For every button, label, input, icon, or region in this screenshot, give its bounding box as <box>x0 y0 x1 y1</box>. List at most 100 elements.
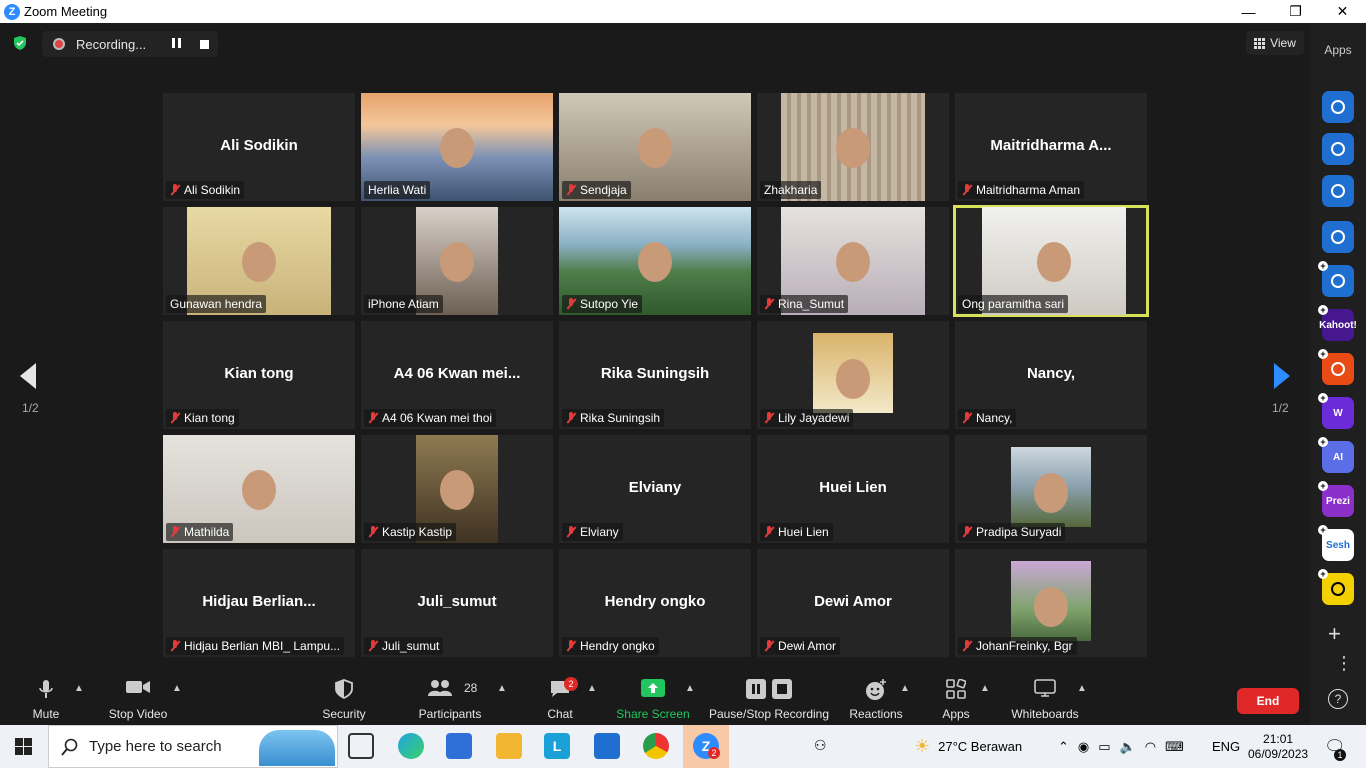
participant-tile[interactable]: Pradipa Suryadi <box>955 435 1147 543</box>
weather-widget[interactable]: ☀ 27°C Berawan <box>914 725 1022 768</box>
participant-tile[interactable]: Kian tong Kian tong <box>163 321 355 429</box>
participant-display-name: Maitridharma A... <box>990 137 1112 154</box>
people-icon[interactable]: ⚇ <box>814 737 827 754</box>
apps-sidebar-sesh-icon[interactable]: Sesh + <box>1318 525 1354 561</box>
video-options-caret-icon[interactable]: ▲ <box>172 683 182 694</box>
shield-icon[interactable] <box>12 35 28 51</box>
windows-start-icon[interactable] <box>15 738 32 755</box>
add-app-plus-icon: + <box>1318 305 1328 315</box>
taskbar-clock[interactable]: 21:01 06/09/2023 <box>1248 725 1308 768</box>
participant-tile[interactable]: Hendry ongko Hendry ongko <box>559 549 751 657</box>
tray-battery-icon[interactable]: ▭ <box>1098 739 1110 755</box>
reactions-options-caret-icon[interactable]: ▲ <box>900 683 910 694</box>
participant-name: Rika Suningsih <box>580 411 661 425</box>
whiteboards-options-caret-icon[interactable]: ▲ <box>1077 683 1087 694</box>
whiteboards-button[interactable]: Whiteboards <box>1006 671 1084 725</box>
tray-chevron-up-icon[interactable]: ⌃ <box>1058 739 1069 755</box>
participant-video <box>1011 447 1091 527</box>
tray-record-icon[interactable]: ◉ <box>1078 739 1089 755</box>
minimize-button[interactable]: — <box>1225 0 1272 23</box>
participants-options-caret-icon[interactable]: ▲ <box>497 683 507 694</box>
apps-button[interactable]: Apps <box>936 671 976 725</box>
microsoft-store-icon[interactable] <box>446 733 472 759</box>
prev-page-arrow-icon[interactable] <box>20 363 36 389</box>
participant-tile[interactable]: iPhone Atiam <box>361 207 553 315</box>
participant-tile[interactable]: Ali Sodikin Ali Sodikin <box>163 93 355 201</box>
participant-tile[interactable]: Maitridharma A... Maitridharma Aman <box>955 93 1147 201</box>
apps-sidebar-music-app-icon[interactable] <box>1322 133 1354 165</box>
apps-sidebar-arrow-app-icon[interactable]: + <box>1318 261 1354 297</box>
participant-name: Rina_Sumut <box>778 297 845 311</box>
participant-tile[interactable]: Sendjaja <box>559 93 751 201</box>
tray-keyboard-icon[interactable]: ⌨ <box>1165 739 1184 755</box>
participants-button[interactable]: 28 Participants <box>414 671 486 725</box>
participant-tile[interactable]: Zhakharia <box>757 93 949 201</box>
apps-sidebar-orange-app-icon[interactable]: + <box>1318 349 1354 385</box>
participant-tile[interactable]: Herlia Wati <box>361 93 553 201</box>
taskbar-search-box[interactable]: Type here to search <box>48 725 338 768</box>
apps-sidebar-ai-icon[interactable]: AI + <box>1318 437 1354 473</box>
participant-tile[interactable]: A4 06 Kwan mei... A4 06 Kwan mei thoi <box>361 321 553 429</box>
tray-wifi-icon[interactable]: ◠ <box>1145 739 1156 755</box>
participant-tile[interactable]: Rika Suningsih Rika Suningsih <box>559 321 751 429</box>
edge-browser-icon[interactable] <box>398 733 424 759</box>
participant-name-tag: Rika Suningsih <box>562 409 665 427</box>
participant-tile[interactable]: Sutopo Yie <box>559 207 751 315</box>
participant-tile[interactable]: Elviany Elviany <box>559 435 751 543</box>
share-screen-button[interactable]: Share Screen <box>614 671 692 725</box>
participant-name: Dewi Amor <box>778 639 837 653</box>
zoom-taskbar-badge: 2 <box>708 747 720 759</box>
chrome-icon[interactable] <box>643 733 669 759</box>
add-app-plus-icon: + <box>1318 261 1328 271</box>
participant-tile[interactable]: Lily Jayadewi <box>757 321 949 429</box>
participant-tile[interactable]: Hidjau Berlian... Hidjau Berlian MBI_ Lam… <box>163 549 355 657</box>
apps-options-caret-icon[interactable]: ▲ <box>980 683 990 694</box>
chat-button[interactable]: 2 Chat <box>538 671 582 725</box>
file-explorer-icon[interactable] <box>496 733 522 759</box>
participant-tile[interactable]: Mathilda <box>163 435 355 543</box>
stop-video-button[interactable]: Stop Video <box>104 671 172 725</box>
participant-name-tag: Maitridharma Aman <box>958 181 1085 199</box>
pause-recording-icon[interactable] <box>172 38 184 50</box>
apps-sidebar-avatar-app-icon[interactable] <box>1322 221 1354 253</box>
mute-options-caret-icon[interactable]: ▲ <box>74 683 84 694</box>
tray-volume-icon[interactable]: 🔈 <box>1120 739 1136 755</box>
notification-center[interactable]: 🗨 1 <box>1324 725 1346 768</box>
close-button[interactable]: ✕ <box>1319 0 1366 23</box>
apps-sidebar-camera-app-icon[interactable] <box>1322 91 1354 123</box>
participant-name: Lily Jayadewi <box>778 411 850 425</box>
apps-sidebar-kahoot--icon[interactable]: Kahoot! + <box>1318 305 1357 341</box>
participant-tile[interactable]: JohanFreinky, Bgr <box>955 549 1147 657</box>
participant-tile[interactable]: Rina_Sumut <box>757 207 949 315</box>
help-icon[interactable]: ? <box>1328 689 1348 709</box>
end-meeting-button[interactable]: End <box>1237 688 1299 714</box>
participant-tile[interactable]: Huei Lien Huei Lien <box>757 435 949 543</box>
participant-tile[interactable]: Gunawan hendra <box>163 207 355 315</box>
apps-sidebar-prezi-icon[interactable]: Prezi + <box>1318 481 1354 517</box>
apps-sidebar-w-icon[interactable]: W + <box>1318 393 1354 429</box>
apps-sidebar-timer-app-icon[interactable] <box>1322 175 1354 207</box>
participant-tile[interactable]: Juli_sumut Juli_sumut <box>361 549 553 657</box>
chat-options-caret-icon[interactable]: ▲ <box>587 683 597 694</box>
apps-sidebar-smile-app-icon[interactable]: + <box>1318 569 1354 605</box>
language-indicator[interactable]: ENG <box>1212 725 1240 768</box>
mail-icon[interactable] <box>594 733 620 759</box>
security-button[interactable]: Security <box>318 671 370 725</box>
participant-tile[interactable]: Nancy, Nancy, <box>955 321 1147 429</box>
participant-tile[interactable]: Dewi Amor Dewi Amor <box>757 549 949 657</box>
more-options-icon[interactable]: ⋮ <box>1335 653 1353 674</box>
participant-tile[interactable]: Kastip Kastip <box>361 435 553 543</box>
stop-recording-icon[interactable] <box>200 40 209 49</box>
view-button[interactable]: View <box>1246 31 1304 55</box>
l-app-icon[interactable]: L <box>544 733 570 759</box>
pause-stop-recording-button[interactable]: Pause/Stop Recording <box>706 671 832 725</box>
next-page-arrow-icon[interactable] <box>1274 363 1290 389</box>
participant-face-shape <box>836 358 870 399</box>
participant-tile[interactable]: Ong paramitha sari <box>953 205 1149 317</box>
maximize-button[interactable]: ❐ <box>1272 0 1319 23</box>
reactions-button[interactable]: Reactions <box>846 671 906 725</box>
task-view-icon[interactable] <box>348 733 374 759</box>
add-app-icon[interactable]: + <box>1328 621 1341 647</box>
share-options-caret-icon[interactable]: ▲ <box>685 683 695 694</box>
mute-button[interactable]: Mute <box>22 671 70 725</box>
